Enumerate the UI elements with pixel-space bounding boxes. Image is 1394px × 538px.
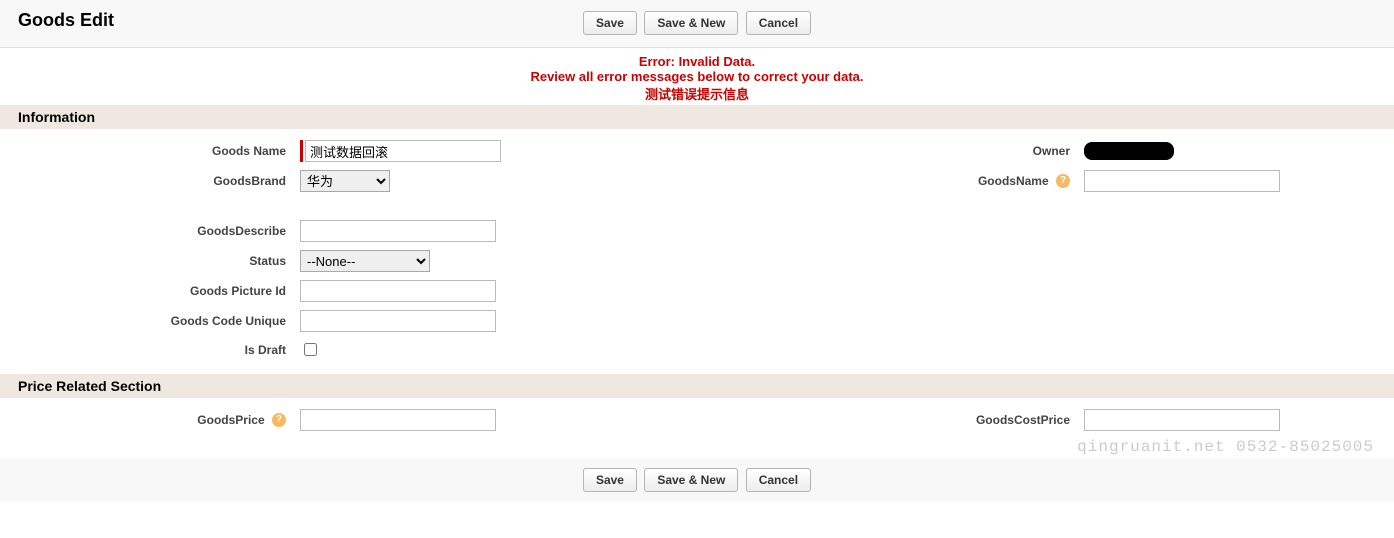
save-button[interactable]: Save (583, 11, 637, 35)
section-information-body: Goods Name Owner GoodsBrand 华为 GoodsName… (0, 129, 1394, 374)
status-select[interactable]: --None-- (300, 250, 430, 272)
price-form: GoodsPrice ? GoodsCostPrice (0, 404, 1394, 436)
error-detail: 测试错误提示信息 (0, 84, 1394, 103)
bottom-button-bar: Save Save & New Cancel (0, 458, 1394, 502)
section-price-header: Price Related Section (0, 374, 1394, 398)
section-information-header: Information (0, 105, 1394, 129)
status-label: Status (2, 247, 292, 275)
cancel-button[interactable]: Cancel (746, 468, 811, 492)
goods-picture-id-label: Goods Picture Id (2, 277, 292, 305)
save-and-new-button[interactable]: Save & New (644, 11, 738, 35)
error-message: Review all error messages below to corre… (0, 69, 1394, 84)
help-icon[interactable]: ? (1056, 174, 1070, 188)
goods-code-unique-input[interactable] (300, 310, 496, 332)
goods-describe-label: GoodsDescribe (2, 217, 292, 245)
error-title: Error: Invalid Data. (0, 54, 1394, 69)
save-and-new-button[interactable]: Save & New (644, 468, 738, 492)
goods-price-label: GoodsPrice (197, 413, 264, 427)
goods-brand-select[interactable]: 华为 (300, 170, 390, 192)
save-button[interactable]: Save (583, 468, 637, 492)
goods-name2-input[interactable] (1084, 170, 1280, 192)
page-title: Goods Edit (18, 8, 114, 31)
error-panel: Error: Invalid Data. Review all error me… (0, 48, 1394, 105)
top-button-bar: Save Save & New Cancel (18, 11, 1376, 41)
goods-name-input[interactable] (305, 140, 501, 162)
goods-cost-price-input[interactable] (1084, 409, 1280, 431)
goods-price-input[interactable] (300, 409, 496, 431)
owner-value (1084, 142, 1174, 160)
goods-name2-label: GoodsName (978, 174, 1049, 188)
goods-picture-id-input[interactable] (300, 280, 496, 302)
owner-label: Owner (706, 137, 1076, 165)
goods-brand-label: GoodsBrand (2, 167, 292, 195)
information-form: Goods Name Owner GoodsBrand 华为 GoodsName… (0, 135, 1394, 364)
is-draft-label: Is Draft (2, 337, 292, 362)
required-bar-icon (300, 140, 303, 162)
cancel-button[interactable]: Cancel (746, 11, 811, 35)
goods-name-label: Goods Name (2, 137, 292, 165)
is-draft-checkbox[interactable] (304, 343, 317, 356)
goods-describe-input[interactable] (300, 220, 496, 242)
page-header: Goods Edit Save Save & New Cancel (0, 0, 1394, 48)
goods-code-unique-label: Goods Code Unique (2, 307, 292, 335)
help-icon[interactable]: ? (272, 413, 286, 427)
goods-cost-price-label: GoodsCostPrice (706, 406, 1076, 434)
section-price-body: GoodsPrice ? GoodsCostPrice (0, 398, 1394, 446)
